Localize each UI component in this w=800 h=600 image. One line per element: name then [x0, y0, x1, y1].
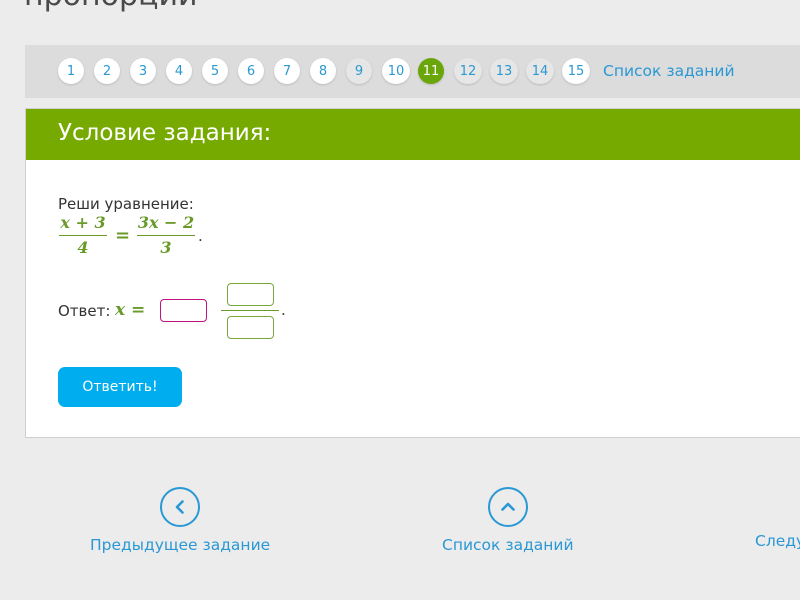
next-task-label[interactable]: Следу [755, 532, 800, 550]
rhs-numerator: 3x − 2 [137, 213, 195, 232]
prev-task-label[interactable]: Предыдущее задание [90, 536, 270, 554]
pager-item-7[interactable]: 7 [274, 58, 300, 84]
answer-denominator-input[interactable] [227, 316, 274, 339]
equals-sign: = [115, 225, 131, 246]
rhs-fraction-bar [137, 235, 195, 236]
pager-item-5[interactable]: 5 [202, 58, 228, 84]
pager-item-14[interactable]: 14 [526, 58, 554, 84]
pager-item-15[interactable]: 15 [562, 58, 590, 84]
answer-fraction-bar [221, 310, 279, 311]
equation-lhs-fraction: x + 3 4 [59, 213, 107, 258]
task-card: Условие задания: Реши уравнение: x + 3 4… [25, 108, 800, 438]
card-header: Условие задания: [26, 109, 800, 160]
pager-item-6[interactable]: 6 [238, 58, 264, 84]
page-title: пропорции [24, 0, 197, 13]
pager-item-13[interactable]: 13 [490, 58, 518, 84]
answer-whole-input[interactable] [160, 299, 207, 322]
lhs-denominator: 4 [77, 238, 89, 257]
chevron-up-icon[interactable] [487, 487, 528, 527]
pager-item-9[interactable]: 9 [346, 58, 372, 84]
chevron-left-icon[interactable] [160, 487, 201, 527]
pager-item-3[interactable]: 3 [130, 58, 156, 84]
prev-task-nav[interactable]: Предыдущее задание [90, 487, 270, 554]
lhs-fraction-bar [59, 235, 107, 236]
submit-answer-button[interactable]: Ответить! [58, 367, 182, 407]
task-pager: 1 2 3 4 5 6 7 8 9 10 11 12 13 14 15 Спис… [25, 45, 800, 98]
pager-item-11-active[interactable]: 11 [418, 58, 444, 84]
equation-rhs-fraction: 3x − 2 3 [137, 213, 195, 258]
task-list-label[interactable]: Список заданий [442, 536, 574, 554]
answer-variable: x = [115, 300, 146, 320]
rhs-denominator: 3 [160, 238, 172, 257]
answer-numerator-input[interactable] [227, 283, 274, 306]
lhs-numerator: x + 3 [60, 213, 106, 232]
equation-end-dot: . [198, 227, 203, 245]
pager-item-10[interactable]: 10 [382, 58, 410, 84]
answer-label: Ответ: [58, 302, 111, 320]
task-list-nav[interactable]: Список заданий [442, 487, 574, 554]
card-title: Условие задания: [58, 120, 272, 146]
pager-item-4[interactable]: 4 [166, 58, 192, 84]
pager-item-2[interactable]: 2 [94, 58, 120, 84]
answer-end-dot: . [281, 301, 286, 319]
task-prompt: Реши уравнение: [58, 195, 194, 213]
task-list-link[interactable]: Список заданий [603, 62, 735, 80]
pager-item-1[interactable]: 1 [58, 58, 84, 84]
pager-item-8[interactable]: 8 [310, 58, 336, 84]
pager-item-12[interactable]: 12 [454, 58, 482, 84]
